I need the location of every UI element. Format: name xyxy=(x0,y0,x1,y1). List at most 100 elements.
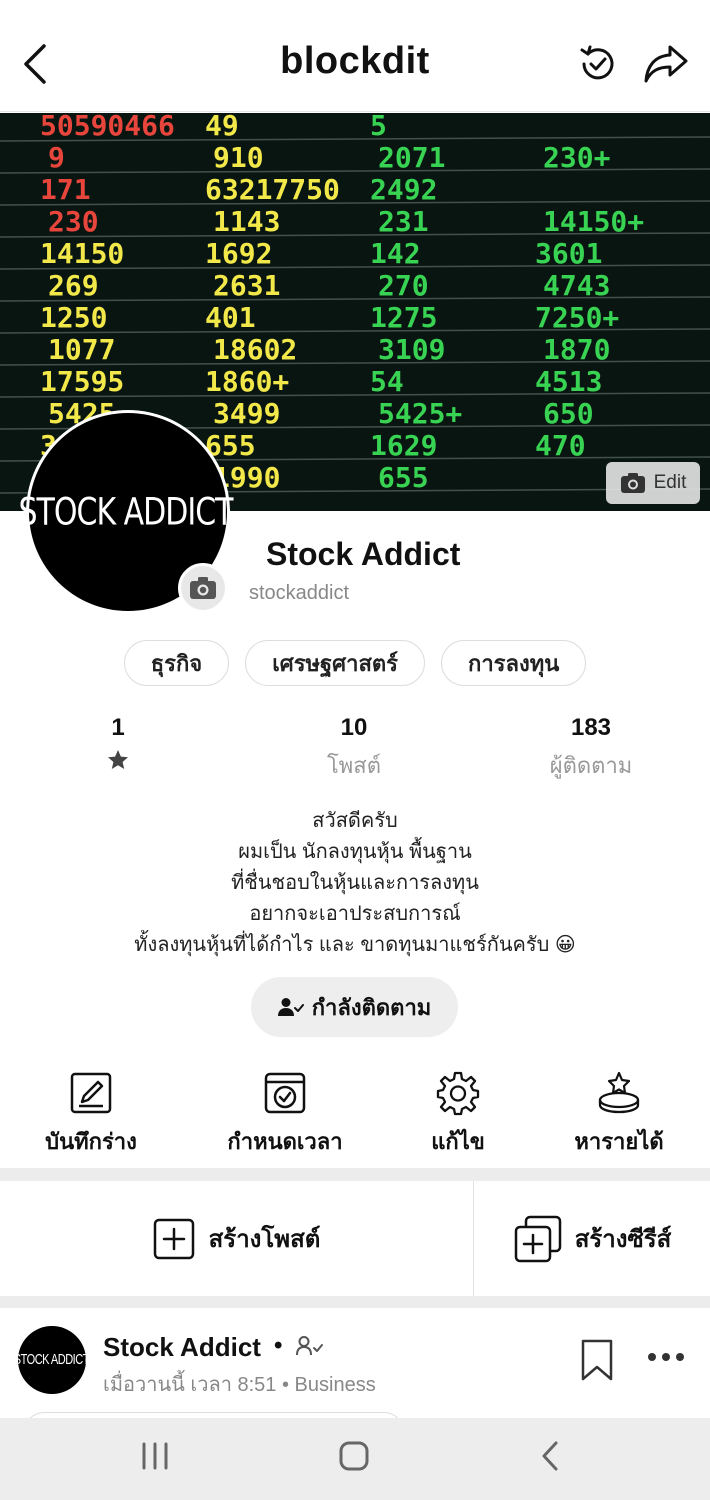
profile-handle: stockaddict xyxy=(249,582,350,604)
schedule-label: กำหนดเวลา xyxy=(227,1129,343,1154)
board-number: 910 xyxy=(213,141,264,174)
recent-apps-icon xyxy=(142,1442,168,1470)
board-number: 9 xyxy=(48,141,65,174)
board-number: 3499 xyxy=(213,397,280,430)
board-number: 3601 xyxy=(535,237,602,270)
plus-box-icon xyxy=(153,1218,194,1259)
tag-investment[interactable]: การลงทุน xyxy=(441,640,587,686)
post-meta: เมื่อวานนี้ เวลา 8:51 • Business xyxy=(103,1374,376,1396)
bio-line: ที่ชื่นชอบในหุ้นและการลงทุน xyxy=(231,872,479,894)
share-button[interactable] xyxy=(642,42,690,86)
board-number: 401 xyxy=(205,301,256,334)
board-number: 650 xyxy=(543,397,594,430)
board-number: 1860+ xyxy=(205,365,289,398)
following-label: กำลังติดตาม xyxy=(311,994,432,1020)
board-number: 1250 xyxy=(40,301,107,334)
board-number: 655 xyxy=(378,461,429,494)
user-check-icon xyxy=(296,1336,323,1356)
settings-label: แก้ไข xyxy=(431,1129,485,1154)
recent-apps-button[interactable] xyxy=(140,1440,170,1477)
post-separator: • xyxy=(274,1332,283,1359)
earn-label: หารายได้ xyxy=(574,1129,664,1154)
board-number: 17595 xyxy=(40,365,124,398)
user-check-icon xyxy=(277,998,304,1016)
more-dots-icon xyxy=(648,1353,684,1361)
bookmark-button[interactable] xyxy=(580,1338,614,1387)
board-number: 49 xyxy=(205,113,239,142)
edit-cover-label: Edit xyxy=(653,472,687,493)
schedule-button[interactable]: กำหนดเวลา xyxy=(195,1068,375,1159)
board-number: 4513 xyxy=(535,365,602,398)
avatar-logo-text: STOCK ADDICT. xyxy=(18,490,239,534)
more-options-button[interactable] xyxy=(646,1350,686,1368)
board-number: 14150+ xyxy=(543,205,644,238)
post-author[interactable]: Stock Addict xyxy=(103,1332,261,1363)
board-number: 171 xyxy=(40,173,91,206)
bio-line: ผมเป็น นักลงทุนหุ้น พื้นฐาน xyxy=(238,841,472,863)
board-number: 231 xyxy=(378,205,429,238)
post-following-indicator[interactable] xyxy=(296,1336,324,1361)
board-number: 54 xyxy=(370,365,404,398)
profile-name: Stock Addict xyxy=(266,536,461,572)
post-avatar[interactable]: STOCK ADDICT. xyxy=(18,1326,86,1394)
create-series-button[interactable]: สร้างซีรีส์ xyxy=(474,1181,710,1296)
schedule-icon xyxy=(264,1072,306,1114)
board-number: 1143 xyxy=(213,205,280,238)
system-back-button[interactable] xyxy=(536,1440,566,1477)
post-card[interactable]: STOCK ADDICT. Stock Addict • เมื่อวานนี้… xyxy=(0,1308,710,1432)
change-avatar-button[interactable] xyxy=(178,563,228,613)
bookmark-icon xyxy=(581,1339,613,1381)
tag-business[interactable]: ธุรกิจ xyxy=(123,640,230,686)
home-button[interactable] xyxy=(338,1440,370,1477)
earn-star-icon xyxy=(598,1071,640,1114)
following-button[interactable]: กำลังติดตาม xyxy=(251,977,458,1037)
board-number: 1629 xyxy=(370,429,437,462)
profile-stats: 1 10 โพสต์ 183 ผู้ติดตาม xyxy=(0,714,710,784)
board-number: 142 xyxy=(370,237,421,270)
profile-actions: บันทึกร่าง กำหนดเวลา แก้ไข หารายได้ xyxy=(0,1068,710,1163)
edit-cover-button[interactable]: Edit xyxy=(606,462,700,504)
board-number: 1870 xyxy=(543,333,610,366)
section-divider xyxy=(0,1296,710,1308)
system-navigation-bar xyxy=(0,1418,710,1500)
settings-button[interactable]: แก้ไข xyxy=(368,1068,548,1159)
board-number: 50590466 xyxy=(40,113,175,142)
board-number: 230+ xyxy=(543,141,610,174)
board-number: 270 xyxy=(378,269,429,302)
board-number: 1692 xyxy=(205,237,272,270)
draft-button[interactable]: บันทึกร่าง xyxy=(1,1068,181,1159)
stat-followers[interactable]: 183 ผู้ติดตาม xyxy=(501,714,681,783)
posts-label: โพสต์ xyxy=(326,753,382,778)
board-number: 14150 xyxy=(40,237,124,270)
stat-posts[interactable]: 10 โพสต์ xyxy=(264,714,444,783)
board-number: 18602 xyxy=(213,333,297,366)
camera-icon xyxy=(620,473,645,493)
gear-icon xyxy=(436,1071,480,1116)
board-number: 230 xyxy=(48,205,99,238)
series-plus-icon xyxy=(514,1215,561,1262)
create-post-button[interactable]: สร้างโพสต์ xyxy=(0,1181,473,1296)
bio-line: ทั้งลงทุนหุ้นที่ได้กำไร และ ขาดทุนมาแชร์… xyxy=(134,934,576,956)
board-number: 1275 xyxy=(370,301,437,334)
create-post-label: สร้างโพสต์ xyxy=(208,1226,321,1253)
section-divider xyxy=(0,1168,710,1181)
board-number: 269 xyxy=(48,269,99,302)
bio-line: อยากจะเอาประสบการณ์ xyxy=(249,903,461,925)
posts-count: 10 xyxy=(340,714,368,741)
stat-rating[interactable]: 1 xyxy=(28,714,208,778)
board-number: 2631 xyxy=(213,269,280,302)
board-number: 63217750 xyxy=(205,173,340,206)
board-number: 5 xyxy=(370,113,387,142)
history-button[interactable] xyxy=(576,42,620,86)
camera-icon xyxy=(190,577,216,599)
share-icon xyxy=(644,45,688,83)
board-number: 470 xyxy=(535,429,586,462)
board-number: 2492 xyxy=(370,173,437,206)
board-number: 7250+ xyxy=(535,301,619,334)
rating-count: 1 xyxy=(111,714,125,741)
tag-economics[interactable]: เศรษฐศาสตร์ xyxy=(245,640,425,686)
board-number: 3109 xyxy=(378,333,445,366)
earn-button[interactable]: หารายได้ xyxy=(529,1068,709,1159)
board-number: 2071 xyxy=(378,141,445,174)
board-number: 4743 xyxy=(543,269,610,302)
